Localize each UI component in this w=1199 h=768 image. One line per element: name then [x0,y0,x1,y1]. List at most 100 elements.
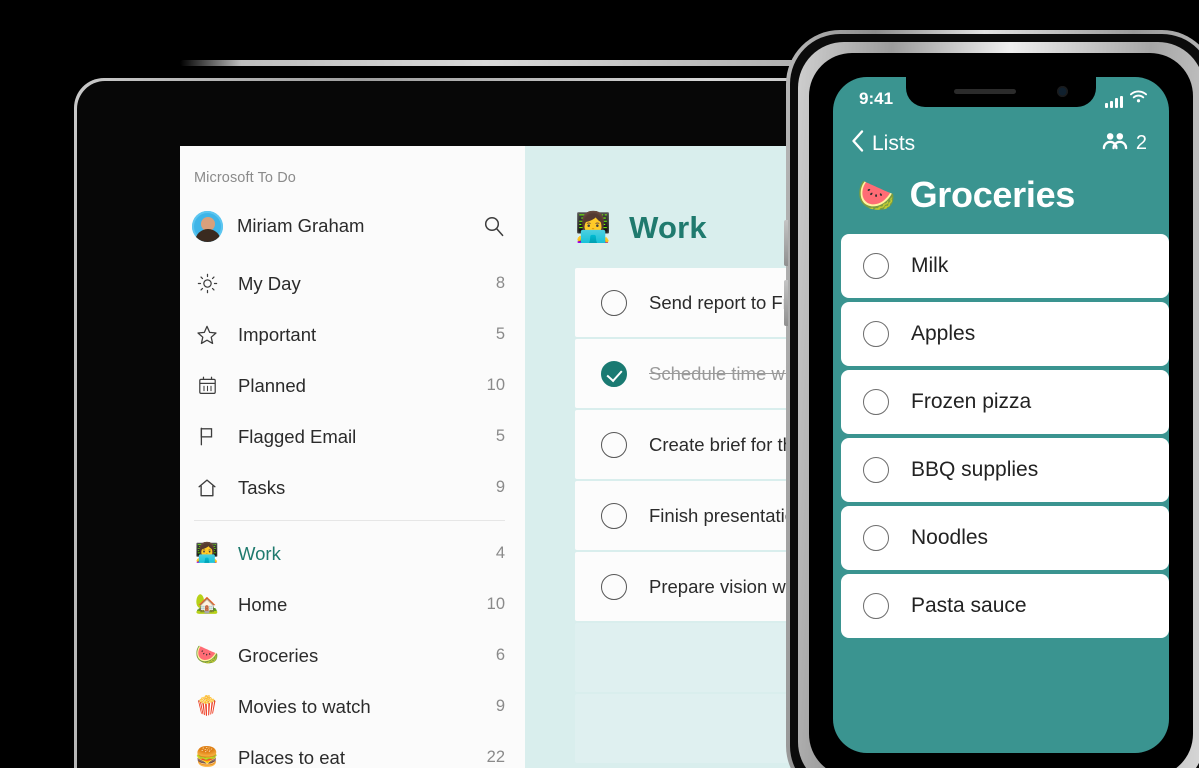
list-item[interactable]: Noodles [841,506,1169,570]
list-emoji-house-icon: 🏡 [195,594,219,615]
sidebar-item-count: 9 [495,478,505,496]
status-time: 9:41 [859,89,894,108]
task-checkbox[interactable] [601,502,627,529]
list-emoji-watermelon-icon: 🍉 [857,177,896,213]
sidebar-item-label: Places to eat [238,746,345,768]
sidebar-item-planned[interactable]: Planned 10 [180,360,525,411]
share-list-button[interactable]: 2 [1101,131,1147,156]
phone-body: 9:41 Lists 2 🍉 Groceries Milk Apples Fro… [790,34,1199,768]
search-icon[interactable] [481,213,507,239]
task-checkbox[interactable] [601,431,627,458]
status-bar: 9:41 [833,77,1169,121]
task-title: Finish presentation [649,504,806,526]
app-title: Microsoft To Do [194,170,296,186]
sidebar-item-tasks[interactable]: Tasks 9 [180,462,525,513]
phone-page-title: Groceries [909,174,1076,215]
sidebar-item-count: 10 [486,376,505,394]
task-title: Noodles [911,526,989,549]
sidebar-item-places-to-eat[interactable]: 🍔 Places to eat 22 [180,732,525,768]
sidebar-item-label: Home [238,593,288,615]
list-emoji-popcorn-icon: 🍿 [195,696,219,717]
list-emoji-technologist-icon: 👩‍💻 [195,543,219,564]
sidebar-item-label: Planned [238,374,306,396]
sidebar-item-count: 8 [495,274,505,292]
people-icon [1101,131,1128,156]
task-checkbox[interactable] [863,321,889,347]
sidebar-item-important[interactable]: Important 5 [180,309,525,360]
back-button[interactable]: Lists [851,129,915,158]
sidebar-item-count: 10 [486,595,505,613]
phone-navbar: Lists 2 [833,121,1169,160]
task-title: Schedule time with [649,362,805,384]
sidebar-item-count: 5 [495,427,505,445]
account-row[interactable]: Miriam Graham [180,200,525,252]
sidebar-item-groceries[interactable]: 🍉 Groceries 6 [180,630,525,681]
list-emoji-technologist-icon: 👩‍💻 [575,211,612,244]
task-title: Create brief for the [649,433,804,455]
sidebar-item-count: 9 [495,697,505,715]
sidebar-item-count: 6 [495,646,505,664]
phone-list-header: 🍉 Groceries [833,160,1169,234]
list-item[interactable]: BBQ supplies [841,438,1169,502]
screenshot-stage: Microsoft To Do Miriam Graham My Day 8 I… [0,0,1199,768]
sidebar-item-my-day[interactable]: My Day 8 [180,258,525,309]
phone-bezel: 9:41 Lists 2 🍉 Groceries Milk Apples Fro… [809,53,1193,768]
task-checkbox[interactable] [863,253,889,279]
list-emoji-burger-icon: 🍔 [195,747,219,768]
volume-down-button[interactable] [784,280,788,326]
cellular-signal-icon [1105,96,1123,108]
sun-icon [194,271,220,297]
task-title: BBQ supplies [911,458,1039,481]
task-checkbox[interactable] [863,593,889,619]
sidebar-item-label: My Day [238,272,301,294]
sidebar: Microsoft To Do Miriam Graham My Day 8 I… [180,146,525,768]
task-title: Frozen pizza [911,390,1032,413]
sidebar-divider [194,520,505,521]
phone-outer-rim: 9:41 Lists 2 🍉 Groceries Milk Apples Fro… [784,30,1199,768]
list-emoji-watermelon-icon: 🍉 [195,645,219,666]
sidebar-item-movies-to-watch[interactable]: 🍿 Movies to watch 9 [180,681,525,732]
sidebar-item-work[interactable]: 👩‍💻 Work 4 [180,528,525,579]
list-item[interactable]: Pasta sauce [841,574,1169,638]
share-count: 2 [1135,132,1147,154]
task-checkbox[interactable] [601,573,627,600]
page-title: Work [629,210,707,245]
sidebar-item-label: Important [238,323,317,345]
sidebar-item-home-list[interactable]: 🏡 Home 10 [180,579,525,630]
task-checkbox[interactable] [863,525,889,551]
task-checkbox[interactable] [601,289,627,316]
calendar-icon [194,373,220,399]
smart-list-nav: My Day 8 Important 5 Planned 10 Flagged … [180,258,525,768]
sidebar-item-label: Work [238,542,281,564]
account-name: Miriam Graham [237,215,365,236]
chevron-left-icon [851,129,865,158]
task-title: Pasta sauce [911,594,1027,617]
sidebar-item-count: 5 [495,325,505,343]
avatar[interactable] [192,210,223,242]
flag-icon [194,424,220,450]
phone-inner-rim: 9:41 Lists 2 🍉 Groceries Milk Apples Fro… [798,42,1199,768]
sidebar-item-label: Movies to watch [238,695,371,717]
home-icon [194,475,220,501]
phone-task-list: Milk Apples Frozen pizza BBQ supplies No… [833,234,1169,638]
task-title: Apples [911,322,976,345]
task-checkbox[interactable] [863,389,889,415]
status-icons [1105,90,1147,108]
back-label: Lists [872,131,916,155]
sidebar-item-label: Groceries [238,644,319,666]
sidebar-item-flagged-email[interactable]: Flagged Email 5 [180,411,525,462]
task-checkbox-checked[interactable] [601,360,627,387]
sidebar-item-label: Tasks [238,476,286,498]
list-item[interactable]: Milk [841,234,1169,298]
task-title: Milk [911,254,949,277]
volume-up-button[interactable] [784,220,788,266]
list-item[interactable]: Apples [841,302,1169,366]
sidebar-item-label: Flagged Email [238,425,357,447]
wifi-icon [1130,90,1147,108]
sidebar-item-count: 22 [486,748,505,766]
list-item[interactable]: Frozen pizza [841,370,1169,434]
task-checkbox[interactable] [863,457,889,483]
sidebar-item-count: 4 [495,544,505,562]
phone-screen: 9:41 Lists 2 🍉 Groceries Milk Apples Fro… [833,77,1169,753]
star-icon [194,322,220,348]
